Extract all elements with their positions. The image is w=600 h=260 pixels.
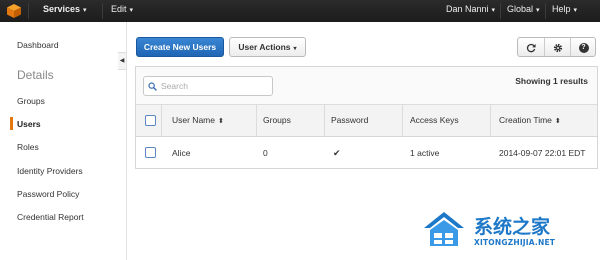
- column-divider: [490, 105, 491, 136]
- column-divider: [161, 105, 162, 136]
- column-label: User Name: [172, 115, 215, 125]
- cell-user-name[interactable]: Alice: [172, 138, 190, 168]
- nav-divider: [102, 3, 103, 19]
- toolbar-icon-group: ?: [517, 37, 596, 57]
- chevron-down-icon: ▾: [83, 7, 87, 14]
- active-item-marker: [10, 117, 13, 130]
- cell-creation-time: 2014-09-07 22:01 EDT: [499, 148, 586, 158]
- aws-cube-icon[interactable]: [6, 3, 22, 19]
- column-header-access-keys: Access Keys: [410, 115, 459, 125]
- sidebar-item-groups[interactable]: Groups: [17, 96, 45, 106]
- table-toolbar: Showing 1 results: [136, 67, 597, 105]
- chevron-left-icon: ◀: [119, 58, 125, 64]
- row-checkbox[interactable]: [145, 147, 156, 158]
- create-new-users-button[interactable]: Create New Users: [136, 37, 224, 57]
- nav-divider: [500, 3, 501, 19]
- table-row[interactable]: Alice 0 ✔ 1 active 2014-09-07 22:01 EDT: [136, 138, 597, 168]
- column-divider: [256, 105, 257, 136]
- settings-button[interactable]: [544, 38, 570, 56]
- help-button[interactable]: ?: [570, 38, 596, 56]
- sort-icon: ⬍: [554, 118, 561, 125]
- cell-access-keys: 1 active: [410, 148, 440, 158]
- sidebar-item-credential-report[interactable]: Credential Report: [17, 212, 84, 222]
- nav-divider: [545, 3, 546, 19]
- checkmark-icon: ✔: [333, 148, 341, 158]
- users-table-panel: Showing 1 results User Name⬍ Groups Pass…: [135, 66, 598, 169]
- chevron-down-icon: ▾: [491, 7, 496, 14]
- watermark-brand: 系统之家: [474, 216, 551, 238]
- column-divider: [324, 105, 325, 136]
- column-header-groups: Groups: [263, 115, 291, 125]
- refresh-button[interactable]: [518, 38, 544, 56]
- help-icon: ?: [578, 42, 589, 53]
- sort-icon: ⬍: [217, 118, 224, 125]
- sidebar-item-dashboard[interactable]: Dashboard: [17, 40, 59, 50]
- sidebar-divider: [126, 22, 127, 260]
- sidebar: Dashboard Details Groups Users Roles Ide…: [0, 22, 118, 260]
- services-menu[interactable]: Services ▾: [43, 4, 87, 14]
- chevron-down-icon: ▾: [573, 7, 578, 14]
- column-label: Creation Time: [499, 115, 552, 125]
- select-all-checkbox[interactable]: [145, 115, 156, 126]
- sidebar-item-roles[interactable]: Roles: [17, 142, 39, 152]
- edit-menu[interactable]: Edit ▾: [111, 4, 133, 14]
- user-actions-button[interactable]: User Actions ▾: [229, 37, 306, 57]
- edit-label: Edit: [111, 4, 127, 14]
- column-header-creation-time[interactable]: Creation Time ⬍: [499, 105, 561, 136]
- chevron-down-icon: ▾: [293, 46, 297, 52]
- region-label: Global: [507, 4, 534, 14]
- top-nav-bar: Services ▾ Edit ▾ Dan Nanni ▾ Global ▾ Help ▾: [0, 0, 600, 22]
- chevron-down-icon: ▾: [129, 7, 134, 14]
- watermark: 系统之家 XITONGZHIJIA.NET: [418, 206, 598, 256]
- nav-divider: [28, 3, 29, 19]
- house-logo-icon: [424, 212, 464, 246]
- sidebar-heading-details: Details: [17, 68, 54, 82]
- help-label: Help: [552, 4, 571, 14]
- sidebar-item-identity-providers[interactable]: Identity Providers: [17, 166, 83, 176]
- results-count: Showing 1 results: [515, 76, 588, 86]
- gear-icon: [553, 43, 562, 52]
- user-actions-label: User Actions: [238, 42, 291, 52]
- account-menu[interactable]: Dan Nanni ▾: [446, 4, 495, 14]
- column-header-password: Password: [331, 115, 369, 125]
- cell-password: ✔: [333, 138, 341, 168]
- cell-groups: 0: [263, 148, 268, 158]
- search-input[interactable]: [143, 76, 273, 96]
- column-header-user-name[interactable]: User Name ⬍: [172, 105, 224, 136]
- table-header: User Name ⬍ Groups Password Access Keys C…: [136, 105, 597, 137]
- account-label: Dan Nanni: [446, 4, 489, 14]
- help-menu[interactable]: Help ▾: [552, 4, 577, 14]
- chevron-down-icon: ▾: [536, 7, 540, 14]
- refresh-icon: [526, 43, 536, 52]
- sidebar-item-password-policy[interactable]: Password Policy: [17, 189, 79, 199]
- sidebar-item-users[interactable]: Users: [17, 119, 41, 129]
- column-divider: [402, 105, 403, 136]
- services-label: Services: [43, 4, 81, 14]
- region-menu[interactable]: Global ▾: [507, 4, 540, 14]
- watermark-url: XITONGZHIJIA.NET: [474, 238, 556, 247]
- search-icon: [148, 82, 157, 91]
